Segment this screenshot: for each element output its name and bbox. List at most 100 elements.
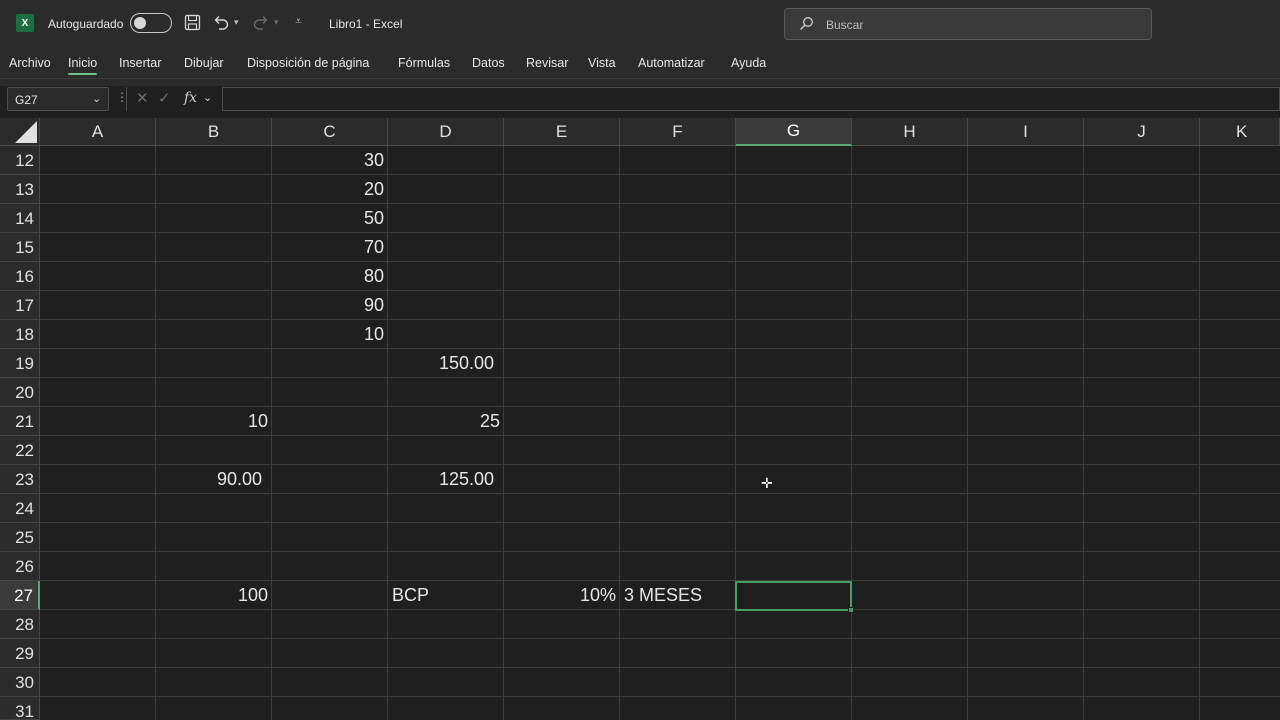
- gridline: [40, 638, 1280, 639]
- row-header-27[interactable]: 27: [0, 581, 40, 610]
- cell-c13[interactable]: 20: [272, 175, 388, 204]
- enter-icon[interactable]: ✓: [158, 89, 171, 107]
- fill-handle[interactable]: [848, 607, 854, 613]
- tab-archivo[interactable]: Archivo: [9, 56, 51, 70]
- row-header-24[interactable]: 24: [0, 494, 40, 523]
- cell-b21[interactable]: 10: [156, 407, 272, 436]
- column-header-j[interactable]: J: [1084, 118, 1200, 146]
- gridline: [40, 290, 1280, 291]
- column-header-h[interactable]: H: [852, 118, 968, 146]
- column-header-e[interactable]: E: [504, 118, 620, 146]
- row-header-17[interactable]: 17: [0, 291, 40, 320]
- cell-d27[interactable]: BCP: [388, 581, 504, 610]
- cell-d21[interactable]: 25: [388, 407, 504, 436]
- row-header-21[interactable]: 21: [0, 407, 40, 436]
- cell-c15[interactable]: 70: [272, 233, 388, 262]
- cancel-icon[interactable]: ✕: [136, 89, 149, 107]
- cell-c14[interactable]: 50: [272, 204, 388, 233]
- column-header-c[interactable]: C: [272, 118, 388, 146]
- chevron-down-icon[interactable]: ⌄: [92, 92, 101, 105]
- search-box[interactable]: Buscar: [784, 8, 1152, 40]
- row-header-20[interactable]: 20: [0, 378, 40, 407]
- row-header-31[interactable]: 31: [0, 697, 40, 720]
- save-icon[interactable]: [184, 14, 201, 36]
- gridline: [40, 377, 1280, 378]
- cell-c18[interactable]: 10: [272, 320, 388, 349]
- toggle-knob: [134, 17, 146, 29]
- ribbon-collapsed-area: [0, 78, 1280, 86]
- cell-cursor-icon: ✛: [761, 475, 773, 491]
- row-header-19[interactable]: 19: [0, 349, 40, 378]
- tab-vista[interactable]: Vista: [588, 56, 616, 70]
- tab-inicio[interactable]: Inicio: [68, 56, 98, 75]
- cell-d23[interactable]: 125.00: [388, 465, 504, 494]
- column-header-b[interactable]: B: [156, 118, 272, 146]
- gridline: [40, 667, 1280, 668]
- undo-icon[interactable]: [212, 14, 230, 36]
- row-header-29[interactable]: 29: [0, 639, 40, 668]
- cell-c17[interactable]: 90: [272, 291, 388, 320]
- insert-function-icon[interactable]: fx: [184, 90, 197, 106]
- cell-c12[interactable]: 30: [272, 146, 388, 175]
- tab-revisar[interactable]: Revisar: [526, 56, 568, 70]
- row-header-14[interactable]: 14: [0, 204, 40, 233]
- column-header-f[interactable]: F: [620, 118, 736, 146]
- gridline: [40, 319, 1280, 320]
- autosave-toggle[interactable]: [130, 13, 172, 33]
- row-header-22[interactable]: 22: [0, 436, 40, 465]
- tab-ayuda[interactable]: Ayuda: [731, 56, 766, 70]
- cell-c16[interactable]: 80: [272, 262, 388, 291]
- excel-logo-icon: X: [16, 14, 34, 32]
- row-header-26[interactable]: 26: [0, 552, 40, 581]
- chevron-down-icon[interactable]: ⌄: [203, 91, 212, 104]
- customize-toolbar-icon[interactable]: ⩡: [295, 14, 302, 29]
- title-bar: X Autoguardado ▾ ▾ ⩡ Libro1 - Excel Busc…: [0, 0, 1280, 48]
- gridline: [40, 348, 1280, 349]
- formula-buttons: ✕ ✓ fx ⌄: [126, 87, 218, 111]
- tab-disposicion-de-pagina[interactable]: Disposición de página: [247, 56, 369, 70]
- name-box[interactable]: G27 ⌄: [7, 87, 109, 111]
- gridline: [40, 232, 1280, 233]
- cell-d19[interactable]: 150.00: [388, 349, 504, 378]
- column-header-i[interactable]: I: [968, 118, 1084, 146]
- row-header-15[interactable]: 15: [0, 233, 40, 262]
- select-all-icon: [15, 121, 37, 143]
- row-header-25[interactable]: 25: [0, 523, 40, 552]
- tab-automatizar[interactable]: Automatizar: [638, 56, 705, 70]
- select-all-button[interactable]: [0, 118, 40, 146]
- row-header-28[interactable]: 28: [0, 610, 40, 639]
- column-header-a[interactable]: A: [40, 118, 156, 146]
- formula-input[interactable]: [222, 87, 1280, 111]
- tab-datos[interactable]: Datos: [472, 56, 505, 70]
- cell-f27[interactable]: 3 MESES: [620, 581, 736, 610]
- column-header-k[interactable]: K: [1200, 118, 1280, 146]
- row-header-23[interactable]: 23: [0, 465, 40, 494]
- ribbon-tabs: Archivo Inicio Insertar Dibujar Disposic…: [0, 48, 1280, 78]
- tab-insertar[interactable]: Insertar: [119, 56, 161, 70]
- autosave-label: Autoguardado: [48, 17, 124, 31]
- row-header-18[interactable]: 18: [0, 320, 40, 349]
- search-icon: [799, 16, 814, 34]
- column-header-d[interactable]: D: [388, 118, 504, 146]
- tab-formulas[interactable]: Fórmulas: [398, 56, 450, 70]
- redo-dropdown-chevron-icon[interactable]: ▾: [274, 17, 279, 28]
- row-header-12[interactable]: 12: [0, 146, 40, 175]
- gridline: [40, 522, 1280, 523]
- gridline: [40, 551, 1280, 552]
- redo-icon[interactable]: [252, 14, 270, 36]
- gridline: [40, 174, 1280, 175]
- cell-e27[interactable]: 10%: [504, 581, 620, 610]
- spreadsheet-grid: A B C D E F G H I J K 12 13 14 15 16 17 …: [0, 118, 1280, 720]
- cell-b23[interactable]: 90.00: [156, 465, 272, 494]
- active-cell-g27[interactable]: [735, 581, 852, 611]
- row-header-30[interactable]: 30: [0, 668, 40, 697]
- gridline: [40, 696, 1280, 697]
- tab-dibujar[interactable]: Dibujar: [184, 56, 224, 70]
- gridline: [40, 203, 1280, 204]
- cell-b27[interactable]: 100: [156, 581, 272, 610]
- undo-dropdown-chevron-icon[interactable]: ▾: [234, 17, 239, 28]
- column-header-g[interactable]: G: [736, 118, 852, 146]
- row-header-13[interactable]: 13: [0, 175, 40, 204]
- formula-bar: G27 ⌄ ⋮ ✕ ✓ fx ⌄: [0, 86, 1280, 118]
- row-header-16[interactable]: 16: [0, 262, 40, 291]
